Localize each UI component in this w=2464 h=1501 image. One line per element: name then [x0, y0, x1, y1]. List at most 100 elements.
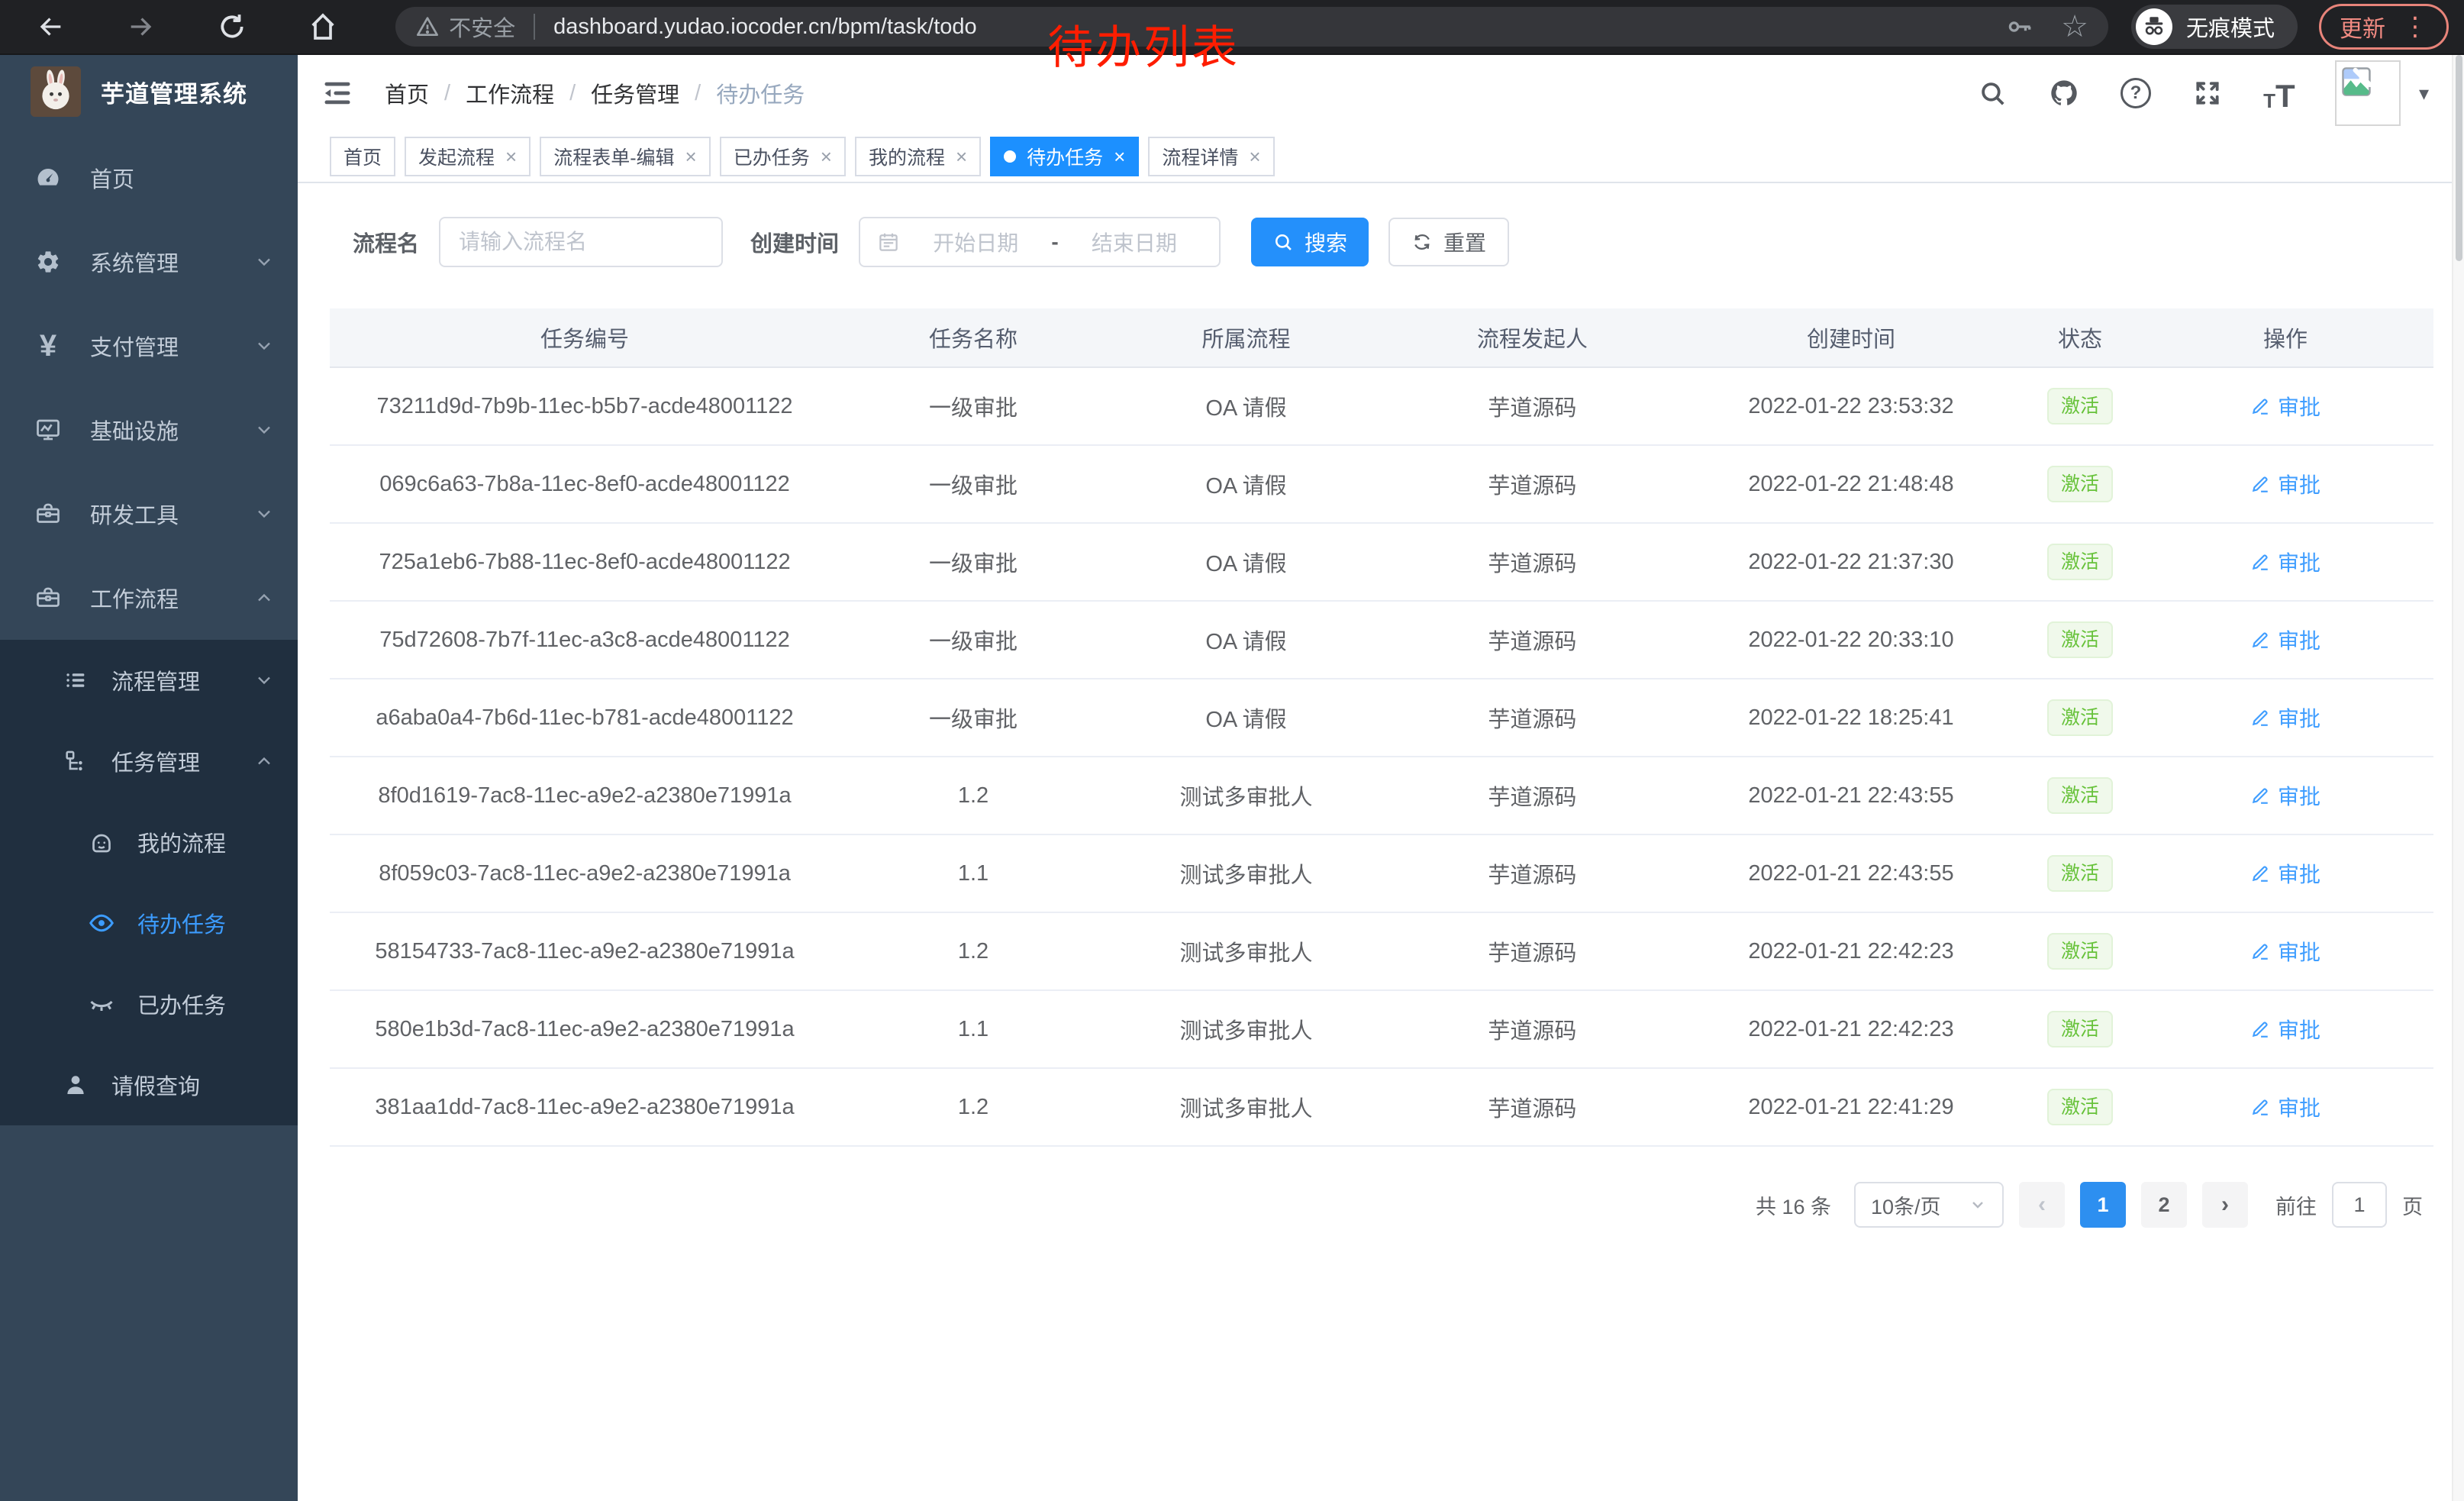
- approve-button[interactable]: 审批: [2250, 1092, 2320, 1122]
- briefcase-icon: [34, 583, 63, 612]
- key-icon[interactable]: [2006, 13, 2033, 40]
- sidebar-item-task-management[interactable]: 任务管理: [0, 721, 298, 802]
- sidebar-item-label: 请假查询: [111, 1069, 200, 1101]
- help-icon[interactable]: ?: [2120, 77, 2152, 109]
- tab[interactable]: 已办任务 ×: [720, 137, 846, 176]
- approve-button[interactable]: 审批: [2250, 702, 2320, 733]
- tab-label: 流程表单-编辑: [553, 143, 674, 170]
- reset-button[interactable]: 重置: [1388, 218, 1509, 266]
- breadcrumb: 首页 / 工作流程 / 任务管理 / 待办任务: [385, 77, 805, 109]
- browser-update-button[interactable]: 更新 ⋮: [2319, 4, 2449, 50]
- refresh-icon: [1411, 231, 1433, 253]
- tab-close-icon[interactable]: ×: [1114, 147, 1125, 166]
- approve-button[interactable]: 审批: [2250, 936, 2320, 967]
- tab-label: 首页: [343, 143, 382, 170]
- url-text[interactable]: dashboard.yudao.iocoder.cn/bpm/task/todo: [553, 15, 2006, 40]
- avatar[interactable]: [2335, 60, 2401, 126]
- app-logo[interactable]: 芋道管理系统: [0, 55, 298, 128]
- cell-task-id: 580e1b3d-7ac8-11ec-a9e2-a2380e71991a: [330, 990, 840, 1068]
- sidebar-collapse-icon[interactable]: [321, 76, 354, 110]
- tab-close-icon[interactable]: ×: [821, 147, 832, 166]
- sidebar-item-leave-query[interactable]: 请假查询: [0, 1044, 298, 1125]
- goto-page-input[interactable]: [2332, 1182, 2387, 1228]
- approve-button[interactable]: 审批: [2250, 858, 2320, 889]
- start-date-placeholder[interactable]: 开始日期: [908, 227, 1043, 257]
- sidebar-item-process-management[interactable]: 流程管理: [0, 640, 298, 721]
- page-size-select[interactable]: 10条/页: [1854, 1182, 2004, 1228]
- pagination-total: 共 16 条: [1756, 1190, 1831, 1220]
- tab-close-icon[interactable]: ×: [685, 147, 697, 166]
- scrollbar-thumb[interactable]: [2456, 55, 2462, 261]
- tab[interactable]: 我的流程 ×: [855, 137, 981, 176]
- tab-label: 我的流程: [869, 143, 945, 170]
- tab[interactable]: 发起流程 ×: [405, 137, 531, 176]
- table-row: 580e1b3d-7ac8-11ec-a9e2-a2380e71991a 1.1…: [330, 990, 2433, 1068]
- browser-reload-icon[interactable]: [214, 8, 250, 45]
- browser-home-icon[interactable]: [305, 8, 340, 45]
- browser-back-icon[interactable]: [32, 8, 68, 45]
- tab-close-icon[interactable]: ×: [956, 147, 967, 166]
- next-page-button[interactable]: ›: [2202, 1182, 2248, 1228]
- tab-close-icon[interactable]: ×: [505, 147, 517, 166]
- browser-forward-icon[interactable]: [123, 8, 159, 45]
- page-number-button[interactable]: 1: [2080, 1182, 2126, 1228]
- search-icon[interactable]: [1976, 77, 2008, 109]
- breadcrumb-workflow[interactable]: 工作流程: [466, 77, 554, 109]
- sidebar-item-home[interactable]: 首页: [0, 136, 298, 220]
- approve-button[interactable]: 审批: [2250, 1014, 2320, 1044]
- sidebar-item-payment[interactable]: ¥ 支付管理: [0, 304, 298, 388]
- app-title: 芋道管理系统: [101, 75, 247, 109]
- warning-triangle-icon: [415, 15, 440, 39]
- edit-pen-icon: [2250, 552, 2270, 572]
- process-name-input[interactable]: [439, 217, 723, 267]
- font-size-icon[interactable]: TT: [2263, 77, 2295, 109]
- column-actions: 操作: [2137, 308, 2433, 367]
- sidebar-item-done-tasks[interactable]: 已办任务: [0, 964, 298, 1044]
- page-number-button[interactable]: 2: [2141, 1182, 2187, 1228]
- robot-icon: [87, 828, 116, 857]
- approve-button[interactable]: 审批: [2250, 391, 2320, 421]
- breadcrumb-separator: /: [695, 81, 701, 106]
- sidebar-item-label: 任务管理: [111, 745, 200, 777]
- sidebar-item-my-process[interactable]: 我的流程: [0, 802, 298, 883]
- search-button[interactable]: 搜索: [1251, 218, 1369, 266]
- tab[interactable]: 流程表单-编辑 ×: [540, 137, 711, 176]
- tab[interactable]: 待办任务 ×: [990, 137, 1139, 176]
- sidebar: 芋道管理系统 首页 系统管理: [0, 55, 298, 1501]
- sidebar-item-system[interactable]: 系统管理: [0, 220, 298, 304]
- fullscreen-icon[interactable]: [2191, 77, 2224, 109]
- goto-unit-label: 页: [2402, 1190, 2423, 1220]
- prev-page-button[interactable]: ‹: [2019, 1182, 2065, 1228]
- cell-process: 测试多审批人: [1107, 757, 1385, 834]
- approve-button[interactable]: 审批: [2250, 469, 2320, 499]
- security-label: 不安全: [449, 11, 515, 43]
- sidebar-item-todo-tasks[interactable]: 待办任务: [0, 883, 298, 964]
- tab[interactable]: 首页: [330, 137, 395, 176]
- tab[interactable]: 流程详情 ×: [1148, 137, 1274, 176]
- dashboard-icon: [34, 163, 63, 192]
- end-date-placeholder[interactable]: 结束日期: [1066, 227, 1202, 257]
- approve-button[interactable]: 审批: [2250, 625, 2320, 655]
- breadcrumb-task-management[interactable]: 任务管理: [591, 77, 679, 109]
- github-icon[interactable]: [2048, 77, 2080, 109]
- date-range-picker[interactable]: 开始日期 - 结束日期: [859, 217, 1221, 267]
- tab-close-icon[interactable]: ×: [1249, 147, 1260, 166]
- avatar-caret-icon[interactable]: ▾: [2419, 82, 2429, 105]
- top-navbar: 首页 / 工作流程 / 任务管理 / 待办任务 ?: [298, 55, 2452, 131]
- reset-button-label: 重置: [1443, 227, 1486, 257]
- breadcrumb-home[interactable]: 首页: [385, 77, 429, 109]
- approve-button[interactable]: 审批: [2250, 547, 2320, 577]
- approve-button[interactable]: 审批: [2250, 780, 2320, 811]
- cell-task-name: 一级审批: [840, 679, 1107, 757]
- browser-menu-icon[interactable]: ⋮: [2402, 14, 2428, 40]
- sidebar-item-infrastructure[interactable]: 基础设施: [0, 388, 298, 472]
- bookmark-star-icon[interactable]: ☆: [2061, 11, 2088, 42]
- url-bar[interactable]: 不安全 dashboard.yudao.iocoder.cn/bpm/task/…: [395, 7, 2108, 47]
- sidebar-item-dev-tools[interactable]: 研发工具: [0, 472, 298, 556]
- page-scrollbar[interactable]: [2452, 55, 2464, 1501]
- date-range-separator: -: [1051, 230, 1058, 254]
- toolbox-icon: [34, 499, 63, 528]
- sidebar-item-workflow[interactable]: 工作流程: [0, 556, 298, 640]
- sidebar-item-label: 研发工具: [90, 498, 179, 530]
- security-warning[interactable]: 不安全: [415, 11, 515, 43]
